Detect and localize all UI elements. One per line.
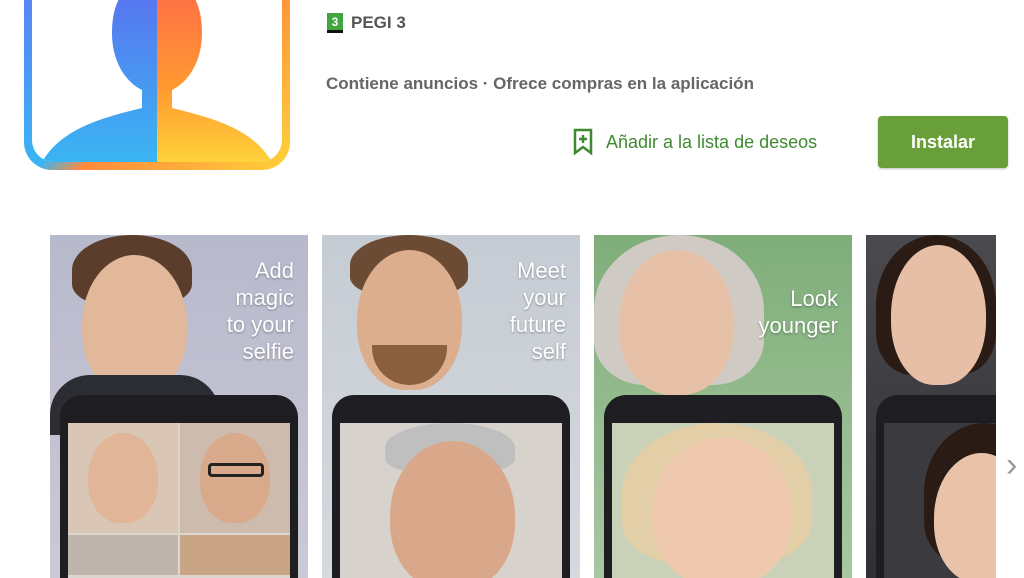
phone-mockup — [876, 395, 996, 578]
screenshot-caption: Add magic to your selfie — [226, 258, 294, 364]
app-icon — [24, 0, 290, 170]
screenshot-caption: Meet your future self — [509, 258, 566, 364]
screenshot-4[interactable] — [866, 235, 996, 578]
install-button[interactable]: Instalar — [878, 116, 1008, 168]
pegi-label: PEGI 3 — [351, 13, 406, 32]
screenshot-1[interactable]: Add magic to your selfie — [50, 235, 308, 578]
phone-mockup — [604, 395, 842, 578]
screenshot-caption: Look younger — [758, 286, 838, 338]
screenshot-2[interactable]: Meet your future self — [322, 235, 580, 578]
bookmark-plus-icon — [573, 128, 593, 156]
pegi-badge-icon: 3 — [327, 13, 343, 33]
wishlist-label: Añadir a la lista de deseos — [606, 131, 818, 152]
chevron-right-icon[interactable]: › — [1006, 446, 1017, 485]
face-silhouette-icon — [42, 0, 272, 162]
screenshot-3[interactable]: Look younger — [594, 235, 852, 578]
content-rating: 3 PEGI 3 — [327, 13, 406, 33]
app-meta-info: Contiene anuncios · Ofrece compras en la… — [326, 74, 754, 93]
add-to-wishlist-button[interactable]: Añadir a la lista de deseos — [572, 128, 817, 156]
screenshot-gallery[interactable]: Add magic to your selfie Meet your futur… — [50, 235, 996, 578]
phone-mockup — [60, 395, 298, 578]
phone-mockup — [332, 395, 570, 578]
